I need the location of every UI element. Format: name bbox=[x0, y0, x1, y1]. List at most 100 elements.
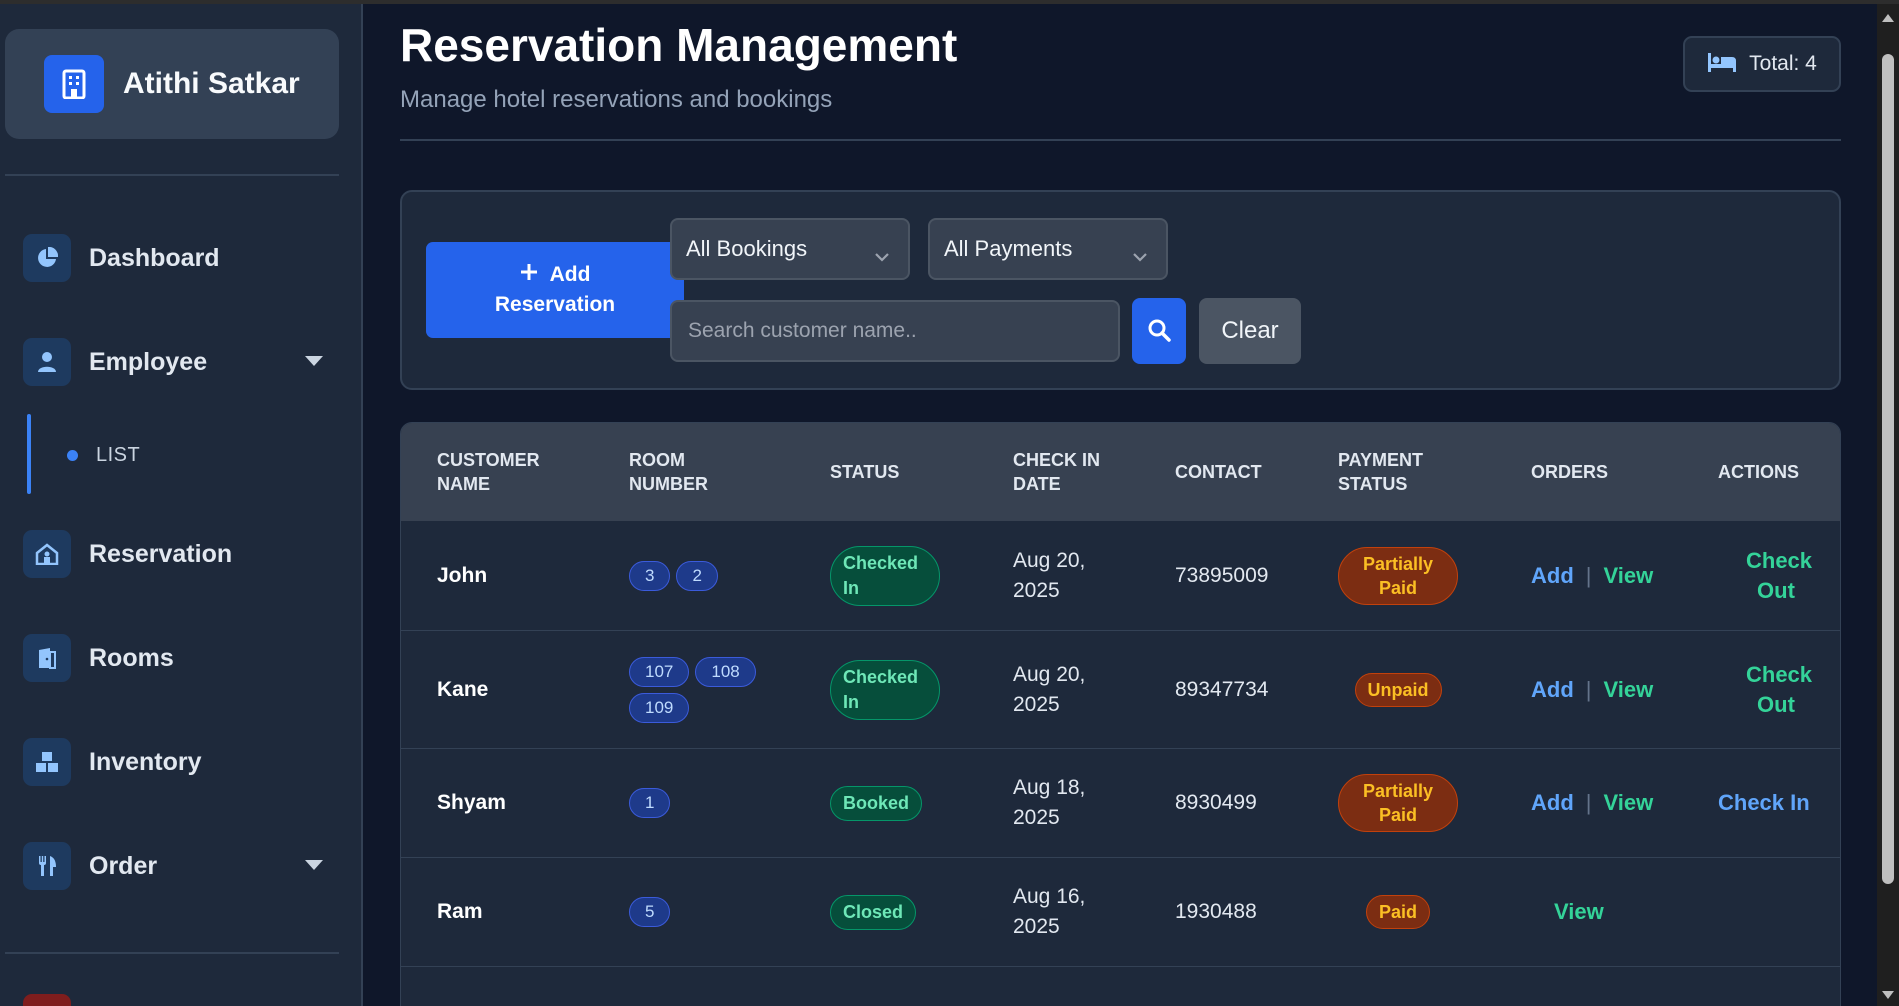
check-out-button[interactable]: Check Out bbox=[1746, 660, 1812, 720]
utensils-icon bbox=[23, 842, 71, 890]
chevron-down-icon bbox=[1132, 242, 1148, 268]
page-title: Reservation Management bbox=[400, 19, 958, 71]
status-badge: Booked bbox=[830, 785, 923, 821]
contact-number: 89347734 bbox=[1175, 677, 1269, 701]
column-header-checkin: CHECK IN DATE bbox=[1013, 450, 1101, 494]
reservations-table: CUSTOMER NAME ROOM NUMBER STATUS CHECK I… bbox=[400, 422, 1841, 1006]
sidebar-item-label: Rooms bbox=[89, 643, 174, 672]
column-header-contact: CONTACT bbox=[1175, 462, 1262, 482]
room-list: 3 2 bbox=[629, 560, 769, 591]
room-chip: 3 bbox=[629, 560, 671, 591]
room-chip: 5 bbox=[629, 897, 671, 927]
table-row[interactable]: Ram 5 Closed Aug 16, 2025 1930488 Paid V… bbox=[401, 858, 1840, 967]
scroll-up-icon[interactable] bbox=[1882, 14, 1894, 22]
column-header-status: STATUS bbox=[830, 462, 900, 482]
building-icon bbox=[44, 55, 104, 113]
chevron-down-icon bbox=[874, 242, 890, 268]
table-header: CUSTOMER NAME ROOM NUMBER STATUS CHECK I… bbox=[401, 423, 1840, 521]
room-chip: 109 bbox=[629, 692, 690, 723]
search-button[interactable] bbox=[1132, 298, 1186, 364]
header-divider bbox=[400, 139, 1841, 141]
status-badge: Closed bbox=[830, 894, 917, 930]
order-view-link[interactable]: View bbox=[1603, 790, 1653, 816]
search-icon bbox=[1147, 318, 1171, 345]
room-list: 107 108 109 bbox=[629, 656, 769, 723]
payment-badge: Unpaid bbox=[1354, 672, 1442, 707]
checkin-date: Aug 18, 2025 bbox=[1013, 776, 1086, 829]
order-view-link[interactable]: View bbox=[1603, 563, 1653, 589]
booking-filter-select[interactable]: All Bookings bbox=[670, 218, 910, 280]
customer-name: John bbox=[437, 563, 488, 587]
column-header-payment: PAYMENT STATUS bbox=[1338, 450, 1424, 494]
contact-number: 73895009 bbox=[1175, 563, 1269, 587]
filter-panel: Add Reservation All Bookings All Payment… bbox=[400, 190, 1841, 390]
boxes-icon bbox=[23, 738, 71, 786]
sidebar-item-reservation[interactable]: Reservation bbox=[23, 529, 333, 579]
add-reservation-button[interactable]: Add Reservation bbox=[426, 242, 684, 338]
booking-filter-value: All Bookings bbox=[686, 236, 808, 261]
checkin-date: Aug 20, 2025 bbox=[1013, 548, 1086, 602]
separator: | bbox=[1585, 676, 1592, 702]
contact-number: 1930488 bbox=[1175, 900, 1257, 923]
sidebar-item-rooms[interactable]: Rooms bbox=[23, 633, 333, 683]
add-button-label-2: Reservation bbox=[494, 293, 616, 316]
chevron-down-icon[interactable] bbox=[305, 860, 323, 870]
sidebar: Atithi Satkar Dashboard Employee LIST Re… bbox=[0, 4, 363, 1006]
room-chip: 1 bbox=[629, 788, 671, 818]
checkin-date: Aug 16, 2025 bbox=[1013, 885, 1086, 938]
search-input[interactable] bbox=[670, 300, 1120, 362]
payment-filter-value: All Payments bbox=[944, 236, 1073, 261]
user-icon bbox=[23, 338, 71, 386]
checkin-date: Aug 20, 2025 bbox=[1013, 662, 1086, 716]
brand[interactable]: Atithi Satkar bbox=[5, 29, 339, 139]
plus-icon bbox=[520, 260, 538, 290]
status-badge: Checked In bbox=[830, 659, 940, 720]
logout-icon[interactable] bbox=[23, 994, 71, 1006]
sidebar-item-label: Employee bbox=[89, 347, 208, 376]
scroll-down-icon[interactable] bbox=[1882, 991, 1894, 999]
column-header-customer: CUSTOMER NAME bbox=[437, 450, 540, 494]
order-add-link[interactable]: Add bbox=[1531, 677, 1574, 703]
customer-name: Kane bbox=[437, 677, 489, 701]
payment-badge: Partially Paid bbox=[1338, 546, 1458, 605]
total-count: Total: 4 bbox=[1749, 52, 1817, 75]
check-out-button[interactable]: Check Out bbox=[1746, 546, 1812, 606]
submenu-indicator bbox=[27, 414, 31, 494]
sidebar-subitem-list[interactable]: LIST bbox=[67, 444, 140, 467]
clear-button[interactable]: Clear bbox=[1199, 298, 1301, 364]
sidebar-item-order[interactable]: Order bbox=[23, 841, 333, 891]
door-icon bbox=[23, 634, 71, 682]
check-in-button[interactable]: Check In bbox=[1718, 788, 1810, 818]
scrollbar-thumb[interactable] bbox=[1882, 54, 1894, 884]
bed-icon bbox=[1707, 51, 1737, 78]
status-badge: Checked In bbox=[830, 545, 940, 606]
hotel-icon bbox=[23, 530, 71, 578]
chevron-down-icon[interactable] bbox=[305, 356, 323, 366]
customer-name: Ram bbox=[437, 900, 483, 923]
room-chip: 107 bbox=[629, 656, 690, 687]
sidebar-divider bbox=[5, 952, 339, 954]
sidebar-item-label: Dashboard bbox=[89, 243, 220, 272]
sidebar-item-inventory[interactable]: Inventory bbox=[23, 737, 333, 787]
sidebar-divider bbox=[5, 174, 339, 176]
add-button-label: Add bbox=[549, 263, 591, 286]
table-row[interactable]: John 3 2 Checked In Aug 20, 2025 7389500… bbox=[401, 521, 1840, 631]
separator: | bbox=[1585, 790, 1592, 815]
order-add-link[interactable]: Add bbox=[1531, 563, 1574, 589]
room-chip: 2 bbox=[676, 560, 718, 591]
order-view-link[interactable]: View bbox=[1554, 899, 1604, 925]
order-add-link[interactable]: Add bbox=[1531, 790, 1574, 816]
payment-filter-select[interactable]: All Payments bbox=[928, 218, 1168, 280]
order-view-link[interactable]: View bbox=[1603, 677, 1653, 703]
separator: | bbox=[1585, 562, 1592, 588]
table-row[interactable]: Shyam 1 Booked Aug 18, 2025 8930499 Part… bbox=[401, 749, 1840, 858]
payment-badge: Paid bbox=[1365, 895, 1430, 929]
table-row[interactable]: Kane 107 108 109 Checked In Aug 20, 2025… bbox=[401, 631, 1840, 749]
room-list: 1 bbox=[629, 788, 769, 818]
sidebar-item-employee[interactable]: Employee bbox=[23, 337, 333, 387]
payment-badge: Partially Paid bbox=[1338, 774, 1458, 832]
sidebar-item-label: Reservation bbox=[89, 539, 233, 568]
page-scrollbar[interactable] bbox=[1877, 4, 1899, 1006]
room-chip: 108 bbox=[695, 656, 756, 687]
sidebar-item-dashboard[interactable]: Dashboard bbox=[23, 233, 333, 283]
